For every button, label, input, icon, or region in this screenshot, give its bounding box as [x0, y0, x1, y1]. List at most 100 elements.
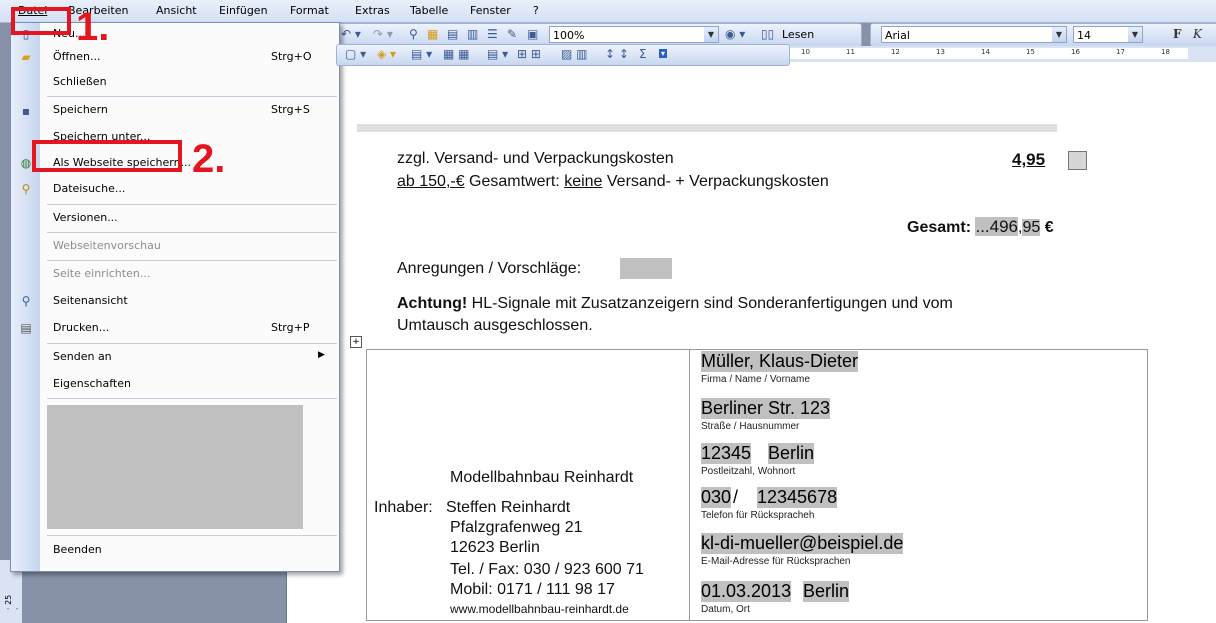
menu-item-dateisuche[interactable]: Dateisuche...: [53, 182, 125, 195]
annotation-step-1: 1.: [76, 5, 110, 49]
suggestions-label: Anregungen / Vorschläge:: [397, 260, 582, 277]
total-currency: €: [1040, 219, 1054, 236]
owner-phone: Tel. / Fax: 030 / 923 600 71: [450, 561, 644, 578]
menu-item-drucken[interactable]: Drucken...: [53, 321, 109, 334]
toolbar-options-icon[interactable]: ▾: [659, 49, 668, 58]
menu-item-speichern[interactable]: Speichern: [53, 103, 108, 116]
date-caption: Datum, Ort: [701, 604, 750, 615]
ruler-number: 16: [1071, 48, 1080, 56]
merge-cells-icon[interactable]: ▦ ▦: [443, 47, 470, 61]
email-field[interactable]: kl-di-mueller@beispiel.de: [701, 533, 904, 554]
read-mode-icon[interactable]: ▯▯: [761, 27, 774, 41]
menu-row-oeffnen[interactable]: ▰ Öffnen... Strg+O: [11, 45, 339, 69]
help-icon[interactable]: ◉ ▾: [725, 27, 745, 41]
recent-files-redacted: [47, 405, 303, 529]
print-preview-icon: ⚲: [21, 294, 31, 308]
border-icon[interactable]: ▢ ▾: [345, 47, 366, 61]
total-integer[interactable]: ...496: [975, 217, 1019, 236]
menu-separator: [47, 96, 337, 97]
insert-excel-icon[interactable]: ▥: [467, 27, 478, 41]
shipping-line: zzgl. Versand- und Verpackungskosten: [397, 150, 674, 167]
file-menu: ▯ Neu... ▰ Öffnen... Strg+O Schließen ▪ …: [10, 22, 340, 572]
font-combo[interactable]: Arial ▼: [881, 26, 1067, 43]
zoom-value: 100%: [553, 29, 585, 42]
shortcut-print: Strg+P: [271, 321, 310, 334]
table-move-handle-icon[interactable]: +: [350, 336, 362, 348]
shading-icon[interactable]: ◈ ▾: [377, 47, 396, 61]
sort-icon[interactable]: ↕ ↕: [605, 47, 629, 61]
file-search-icon: ⚲: [21, 182, 31, 196]
document-page[interactable]: zzgl. Versand- und Verpackungskosten 4,9…: [286, 62, 1216, 623]
owner-name: Steffen Reinhardt: [446, 499, 571, 516]
insert-table-icon[interactable]: ▤: [447, 27, 458, 41]
ruler-number: 10: [801, 48, 810, 56]
drawing-icon[interactable]: ✎: [507, 27, 517, 41]
place-field[interactable]: Berlin: [803, 581, 850, 602]
menu-separator: [47, 204, 337, 205]
menu-tabelle[interactable]: Tabelle: [410, 4, 448, 17]
shipping-amount: 4,95: [1012, 150, 1046, 169]
zip-field[interactable]: 12345: [701, 443, 752, 464]
bold-button[interactable]: F: [1173, 27, 1182, 41]
total-line: Gesamt: ...496,95 €: [907, 217, 1054, 237]
warning-bold: Achtung!: [397, 295, 468, 312]
menu-einfuegen[interactable]: Einfügen: [219, 4, 268, 17]
table-remnant: [357, 124, 1057, 132]
menu-separator: [47, 535, 337, 536]
menu-item-eigenschaften[interactable]: Eigenschaften: [53, 377, 131, 390]
menu-help[interactable]: ?: [533, 4, 539, 17]
suggestions-field[interactable]: [620, 258, 672, 279]
ruler-number: 18: [1161, 48, 1170, 56]
menu-item-senden-an[interactable]: Senden an: [53, 350, 112, 363]
redo-icon[interactable]: ↷ ▾: [373, 27, 393, 41]
menu-extras[interactable]: Extras: [355, 4, 390, 17]
menu-item-seitenansicht[interactable]: Seitenansicht: [53, 294, 128, 307]
name-caption: Firma / Name / Vorname: [701, 374, 810, 385]
printer-icon: ▤: [20, 321, 32, 335]
menu-fenster[interactable]: Fenster: [470, 4, 511, 17]
area-code-field[interactable]: 030: [701, 487, 732, 508]
document-map-icon[interactable]: ▣: [527, 27, 538, 41]
chevron-down-icon: ▼: [1052, 27, 1066, 42]
sum-icon[interactable]: Σ: [639, 47, 647, 61]
shipping-checkbox[interactable]: [1068, 151, 1087, 170]
font-size-value: 14: [1077, 29, 1091, 42]
menu-item-schliessen[interactable]: Schließen: [53, 75, 107, 88]
annotation-step-2: 2.: [192, 137, 226, 181]
undo-icon[interactable]: ↶ ▾: [341, 27, 361, 41]
read-mode-button[interactable]: Lesen: [782, 28, 814, 41]
phone-field[interactable]: 12345678: [757, 487, 838, 508]
italic-button[interactable]: K: [1193, 27, 1202, 41]
warning-line-2: Umtausch ausgeschlossen.: [397, 317, 593, 334]
street-field[interactable]: Berliner Str. 123: [701, 398, 831, 419]
columns-icon[interactable]: ☰: [487, 27, 498, 41]
save-disk-icon: ▪: [21, 104, 31, 118]
tables-borders-toolbar: ▢ ▾ ◈ ▾ ▤ ▾ ▦ ▦ ▤ ▾ ⊞ ⊞ ▨ ▥ ↕ ↕ Σ ▾: [336, 44, 790, 66]
shortcut-save: Strg+S: [271, 103, 310, 116]
phone-separator: /: [733, 487, 739, 507]
menu-format[interactable]: Format: [290, 4, 329, 17]
menu-item-oeffnen[interactable]: Öffnen...: [53, 50, 100, 63]
align-icon[interactable]: ▤ ▾: [487, 47, 508, 61]
chevron-down-icon: ▼: [704, 27, 718, 42]
free-shipping-line: ab 150,-€ Gesamtwert: keine Versand- + V…: [397, 173, 829, 191]
menu-item-versionen[interactable]: Versionen...: [53, 211, 118, 224]
city-field[interactable]: Berlin: [768, 443, 815, 464]
zoom-combo[interactable]: 100% ▼: [549, 26, 719, 43]
menu-item-beenden[interactable]: Beenden: [53, 543, 102, 556]
warning-text: HL-Signale mit Zusatzanzeigern sind Sond…: [467, 295, 953, 312]
street-caption: Straße / Hausnummer: [701, 421, 800, 432]
insert-row-icon[interactable]: ▤ ▾: [411, 47, 432, 61]
total-decimals[interactable]: 95: [1022, 219, 1041, 236]
distribute-icon[interactable]: ⊞ ⊞: [517, 47, 541, 61]
date-field[interactable]: 01.03.2013: [701, 581, 792, 602]
font-size-combo[interactable]: 14 ▼: [1073, 26, 1143, 43]
name-field[interactable]: Müller, Klaus-Dieter: [701, 351, 859, 372]
free-keine: keine: [564, 173, 603, 190]
menu-separator: [47, 398, 337, 399]
tables-borders-icon[interactable]: ▦: [427, 27, 438, 41]
hyperlink-icon[interactable]: ⚲: [409, 27, 418, 41]
autoformat-icon[interactable]: ▨ ▥: [561, 47, 588, 61]
total-label: Gesamt:: [907, 219, 976, 236]
menu-ansicht[interactable]: Ansicht: [156, 4, 197, 17]
